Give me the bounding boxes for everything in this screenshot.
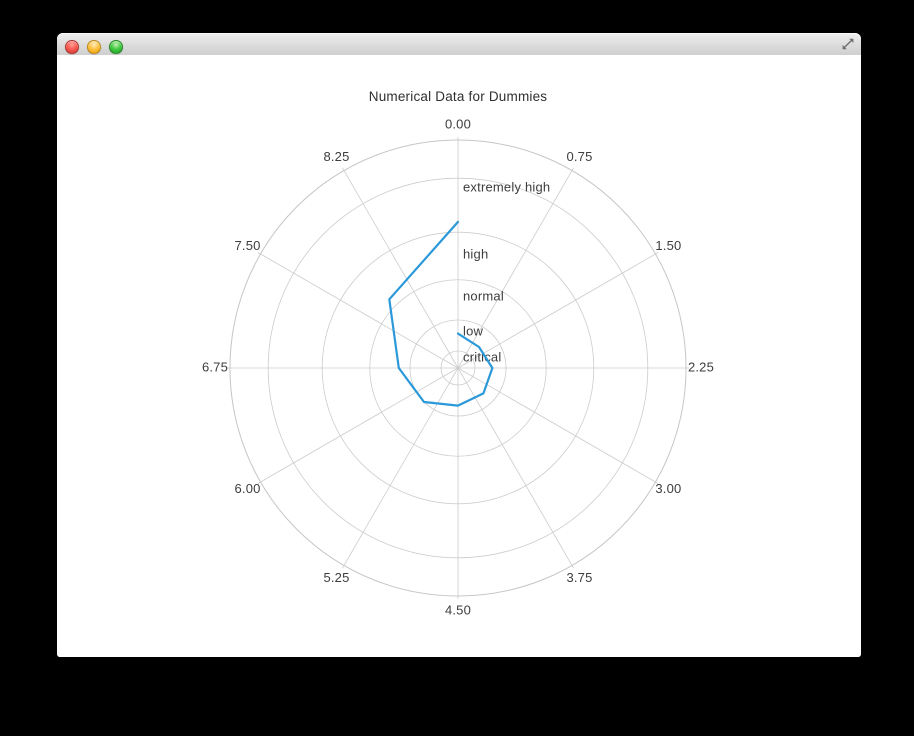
theta-tick-label: 8.25	[323, 149, 349, 164]
theta-tick-label: 3.75	[566, 570, 592, 585]
theta-tick-label: 6.00	[235, 481, 261, 496]
theta-tick-label: 4.50	[445, 602, 471, 617]
theta-tick-label: 3.00	[655, 481, 681, 496]
theta-tick-label: 5.25	[323, 570, 349, 585]
window-controls	[65, 40, 123, 54]
r-tick-label: high	[463, 246, 488, 261]
polar-grid	[227, 137, 689, 599]
theta-tick-label: 0.75	[566, 149, 592, 164]
figure-canvas: 0.00 0.75 1.50 2.25 3.00 3.75 4.50 5.25 6.00 6.75…	[57, 55, 861, 657]
theta-gridline	[258, 368, 458, 484]
r-tick-label: low	[463, 323, 484, 338]
fullscreen-resize-icon[interactable]	[841, 37, 855, 51]
theta-gridline	[458, 368, 658, 484]
theta-tick-label: 0.00	[445, 116, 471, 131]
arrow-shaft	[844, 40, 851, 47]
app-window: 0.00 0.75 1.50 2.25 3.00 3.75 4.50 5.25 6.00 6.75…	[57, 33, 861, 657]
theta-tick-label: 1.50	[655, 238, 681, 253]
theta-tick-label: 6.75	[202, 359, 228, 374]
minimize-button[interactable]	[87, 40, 101, 54]
theta-gridline	[343, 168, 459, 368]
theta-tick-label: 2.25	[688, 359, 714, 374]
chart-title: Numerical Data for Dummies	[369, 89, 548, 104]
r-tick-label: normal	[463, 289, 504, 304]
polar-chart: 0.00 0.75 1.50 2.25 3.00 3.75 4.50 5.25 6.00 6.75…	[57, 55, 861, 657]
close-button[interactable]	[65, 40, 79, 54]
desktop-background: { "window": { "controls": [ {"name": "cl…	[0, 0, 914, 736]
theta-tick-label: 7.50	[235, 238, 261, 253]
theta-gridline	[258, 253, 458, 369]
window-titlebar[interactable]	[57, 33, 861, 56]
r-tick-label: extremely high	[463, 180, 550, 195]
zoom-button[interactable]	[109, 40, 123, 54]
theta-gridline	[343, 368, 459, 568]
